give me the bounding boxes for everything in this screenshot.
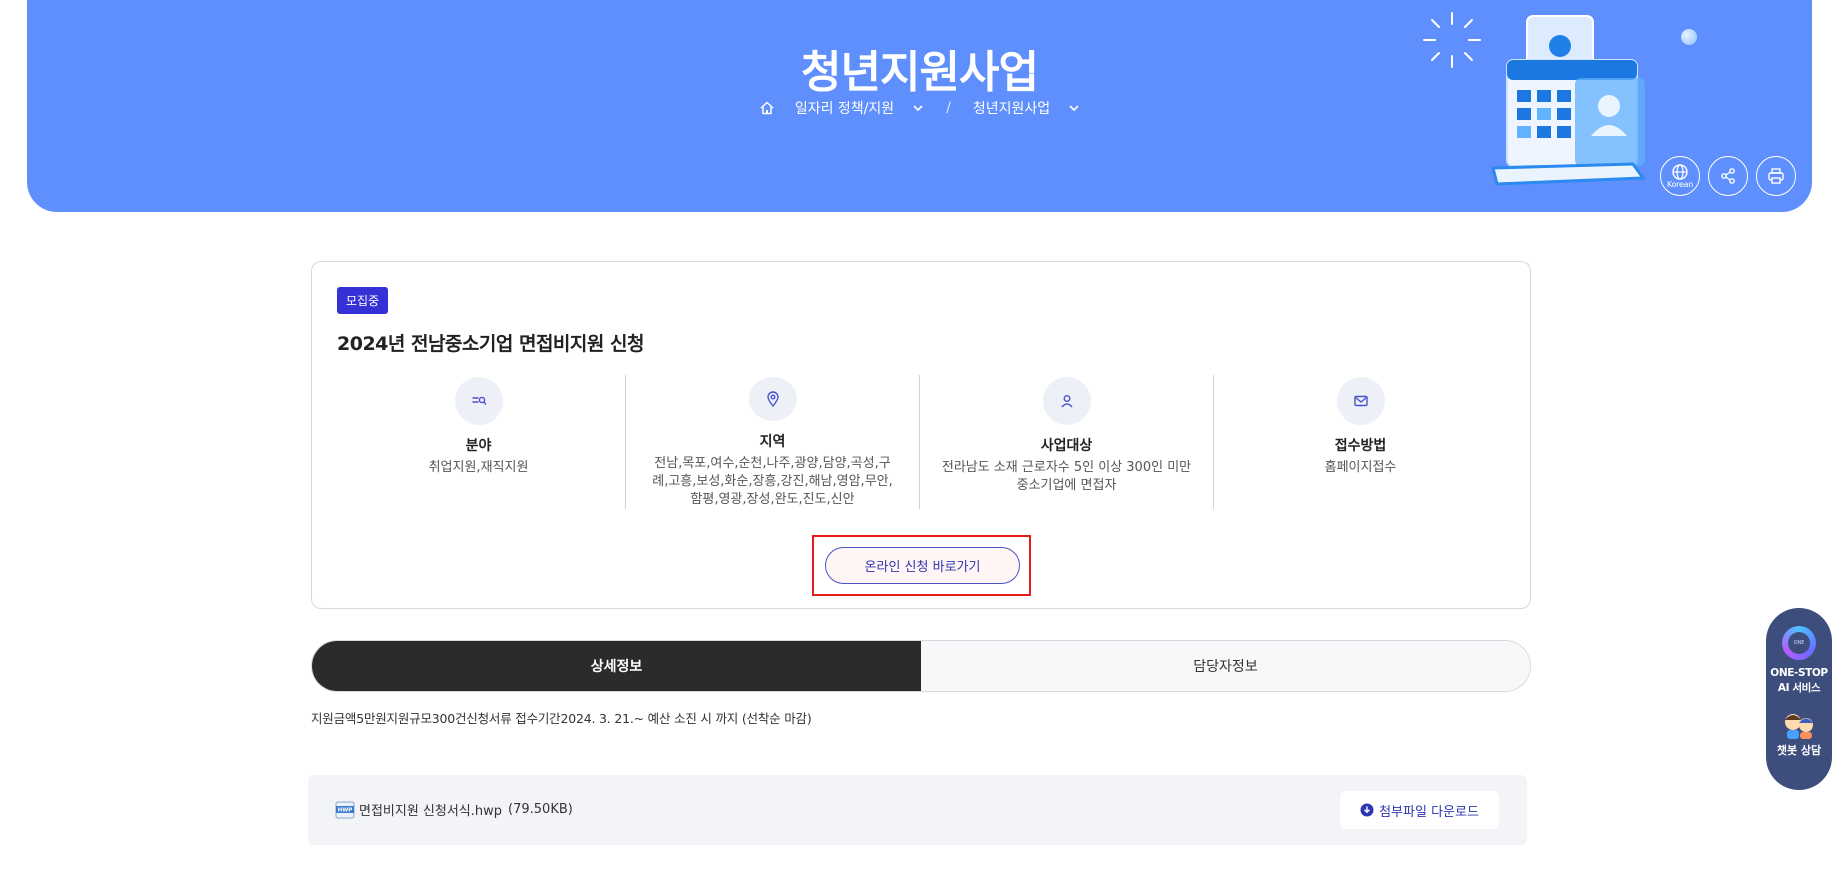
onestop-label-line1: ONE-STOP	[1770, 667, 1828, 679]
breadcrumb-separator: /	[946, 100, 951, 116]
chevron-down-icon	[912, 102, 924, 114]
info-label: 사업대상	[1040, 438, 1093, 454]
info-value: 취업지원,재직지원	[428, 460, 529, 475]
tab-detail-info[interactable]: 상세정보	[312, 641, 921, 691]
attachment-box: HWP 면접비지원 신청서식.hwp (79.50KB) 첨부파일 다운로드	[308, 775, 1527, 845]
language-label: Korean	[1667, 180, 1693, 189]
hero-tools: Korean	[1660, 156, 1796, 196]
program-info-row: 분야 취업지원,재직지원 지역 전남,목포,여수,순천,나주,광양,담양,곡성,…	[332, 375, 1507, 509]
calendar-illustration-icon	[1491, 15, 1646, 186]
info-label: 분야	[465, 438, 492, 454]
download-label: 첨부파일 다운로드	[1379, 804, 1479, 820]
detail-description: 지원금액5만원지원규모300건신청서류 접수기간2024. 3. 21.~ 예산…	[311, 711, 812, 726]
hero-banner: 청년지원사업 일자리 정책/지원 / 청년지원사업 Korean	[27, 0, 1812, 212]
home-icon[interactable]	[759, 100, 775, 116]
breadcrumb-item-youth[interactable]: 청년지원사업	[973, 98, 1080, 118]
detail-tabs: 상세정보 담당자정보	[311, 640, 1531, 692]
info-label: 지역	[759, 434, 786, 450]
online-apply-button[interactable]: 온라인 신청 바로가기	[825, 547, 1020, 584]
info-label: 접수방법	[1334, 438, 1387, 454]
onestop-logo-text: ONE	[1793, 640, 1805, 646]
attachment-file-size: (79.50KB)	[508, 802, 573, 817]
category-icon	[454, 377, 503, 425]
info-value: 홈페이지접수	[1324, 460, 1397, 475]
info-value: 전라남도 소재 근로자수 5인 이상 300인 미만 중소기업에 면접자	[941, 460, 1192, 493]
status-badge: 모집중	[337, 287, 389, 314]
download-icon	[1360, 803, 1374, 817]
attachment-file[interactable]: HWP 면접비지원 신청서식.hwp (79.50KB)	[335, 800, 573, 819]
bubble-decoration	[1681, 29, 1697, 45]
program-card: 모집중 2024년 전남중소기업 면접비지원 신청 분야 취업지원,재직지원 지…	[311, 261, 1531, 609]
chatbot-label: 챗봇 상담	[1776, 744, 1822, 757]
mail-icon	[1336, 377, 1385, 425]
onestop-logo-icon: ONE	[1782, 626, 1816, 660]
hwp-icon-text: HWP	[338, 807, 353, 813]
tab-contact-info[interactable]: 담당자정보	[921, 641, 1530, 691]
hwp-file-icon: HWP	[335, 801, 355, 818]
attachment-download-button[interactable]: 첨부파일 다운로드	[1340, 791, 1499, 829]
breadcrumb-item-policy[interactable]: 일자리 정책/지원	[795, 98, 924, 118]
onestop-ai-widget[interactable]: ONE ONE-STOP AI 서비스 챗봇 상담	[1766, 608, 1832, 790]
program-title: 2024년 전남중소기업 면접비지원 신청	[337, 333, 644, 355]
info-region: 지역 전남,목포,여수,순천,나주,광양,담양,곡성,구례,고흥,보성,화순,장…	[626, 375, 920, 509]
person-icon	[1042, 377, 1091, 425]
info-target: 사업대상 전라남도 소재 근로자수 5인 이상 300인 미만 중소기업에 면접…	[920, 375, 1214, 509]
breadcrumb-label: 청년지원사업	[972, 101, 1051, 117]
chatbot-character-icon[interactable]	[1779, 706, 1819, 740]
breadcrumb-label: 일자리 정책/지원	[794, 101, 895, 117]
share-button[interactable]	[1708, 156, 1748, 196]
language-button[interactable]: Korean	[1660, 156, 1700, 196]
location-pin-icon	[748, 377, 797, 421]
print-button[interactable]	[1756, 156, 1796, 196]
info-method: 접수방법 홈페이지접수	[1214, 375, 1507, 509]
globe-icon	[1672, 164, 1688, 180]
chevron-down-icon	[1068, 102, 1080, 114]
onestop-label-line2: AI 서비스	[1777, 682, 1821, 694]
info-field: 분야 취업지원,재직지원	[332, 375, 626, 509]
info-value: 전남,목포,여수,순천,나주,광양,담양,곡성,구례,고흥,보성,화순,장흥,강…	[652, 456, 893, 507]
printer-icon	[1768, 168, 1784, 184]
attachment-file-name: 면접비지원 신청서식.hwp	[359, 804, 503, 819]
onestop-label: ONE-STOP AI 서비스	[1770, 666, 1828, 696]
share-icon	[1721, 168, 1735, 184]
